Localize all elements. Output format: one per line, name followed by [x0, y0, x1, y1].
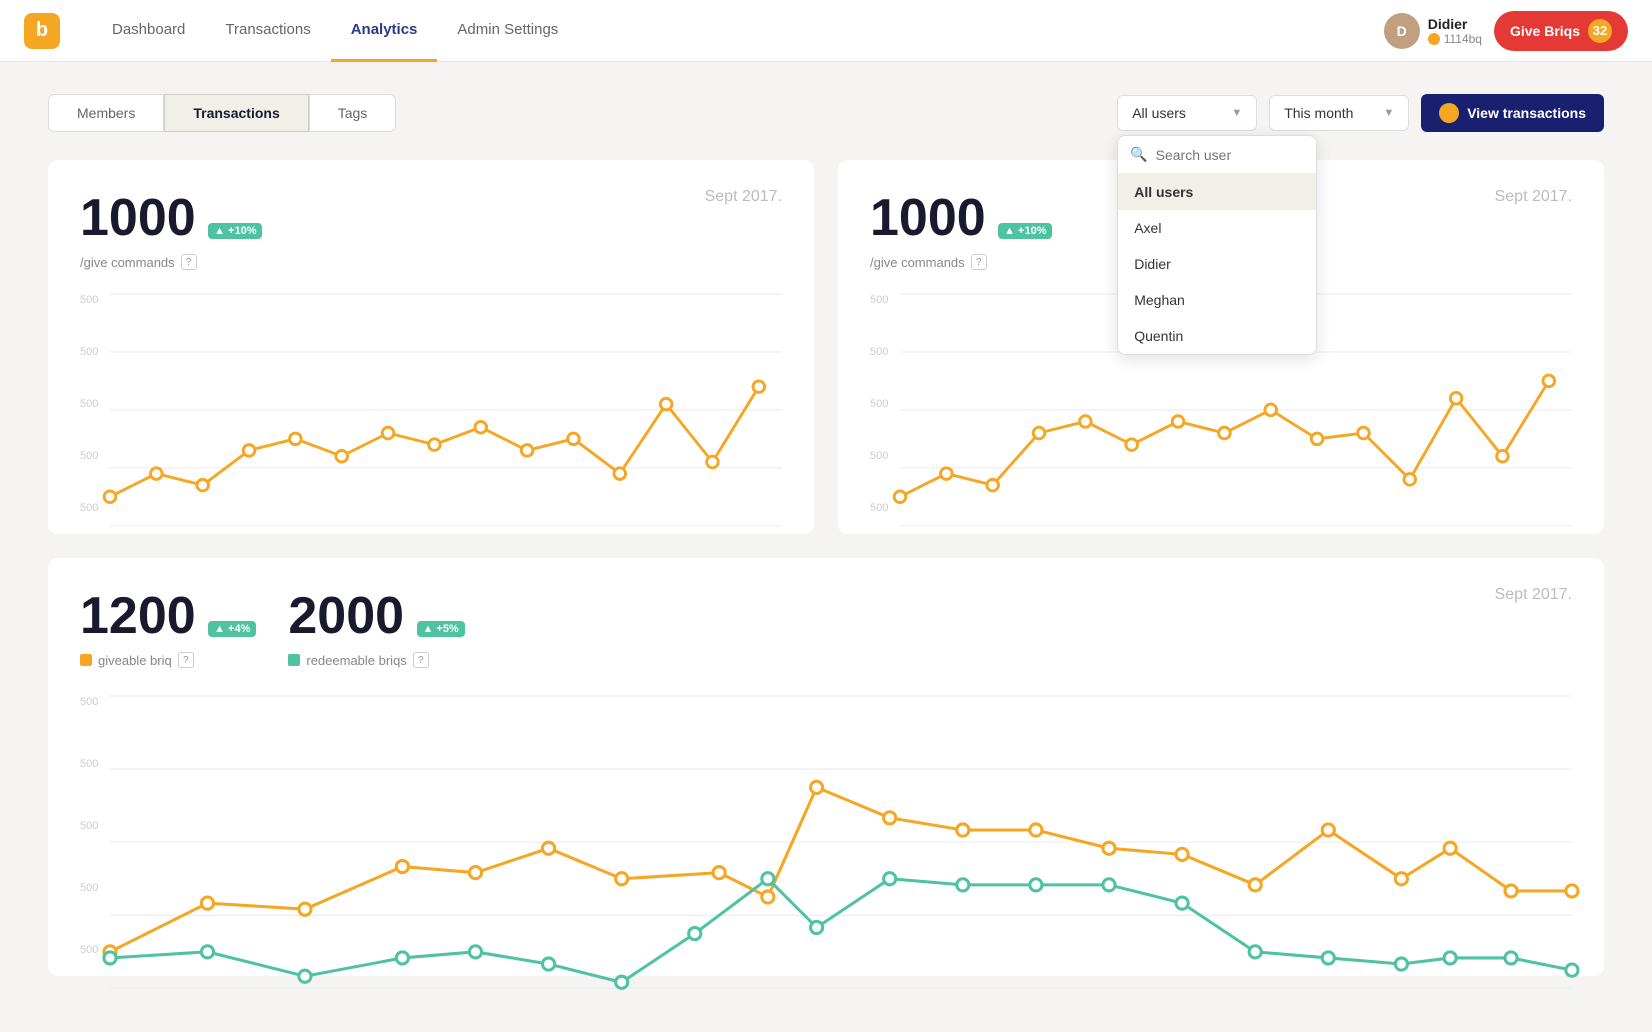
user-coins: 1114bq [1428, 32, 1482, 46]
card-header-3: 1200 ▲ +4% giveable briq ? [80, 586, 1572, 672]
arrow-up-icon-2: ▲ [1004, 225, 1015, 237]
card-briqs: 1200 ▲ +4% giveable briq ? [48, 558, 1604, 976]
user-name: Didier [1428, 16, 1482, 32]
period-chevron-icon: ▼ [1383, 107, 1394, 119]
dropdown-item-meghan[interactable]: Meghan [1118, 282, 1316, 318]
card-stat-1: 1000 ▲ +10% /give commands ? [80, 188, 262, 270]
card-date-2: Sept 2017. [1495, 188, 1572, 206]
legend-dot-gold [80, 654, 92, 666]
nav-item-transactions[interactable]: Transactions [205, 0, 330, 62]
dropdown-item-didier[interactable]: Didier [1118, 246, 1316, 282]
user-dropdown-trigger[interactable]: All users ▼ [1117, 95, 1257, 131]
stat-badge-2: ▲ +10% [998, 223, 1052, 239]
dual-stats: 1200 ▲ +4% giveable briq ? [80, 586, 465, 668]
view-transactions-button[interactable]: View transactions [1421, 94, 1604, 132]
navbar: b Dashboard Transactions Analytics Admin… [0, 0, 1652, 62]
help-icon-3b[interactable]: ? [413, 652, 429, 668]
cards-row-2: 1200 ▲ +4% giveable briq ? [48, 558, 1604, 976]
tab-group: Members Transactions Tags [48, 94, 396, 132]
arrow-up-icon: ▲ [214, 225, 225, 237]
tab-transactions[interactable]: Transactions [164, 94, 308, 132]
stat-label-3a: giveable briq ? [80, 652, 256, 668]
stat-number-1: 1000 ▲ +10% [80, 188, 262, 248]
help-icon-3a[interactable]: ? [178, 652, 194, 668]
stat-redeemable: 2000 ▲ +5% redeemable briqs ? [288, 586, 464, 668]
chart-area-3: 500 500 500 500 500 [80, 696, 1572, 956]
stat-number-2: 1000 ▲ +10% [870, 188, 1052, 248]
tab-tags[interactable]: Tags [309, 94, 397, 132]
stat-label-2: /give commands ? [870, 254, 1052, 270]
card-header-1: 1000 ▲ +10% /give commands ? Sept 2017. [80, 188, 782, 270]
nav-right: D Didier 1114bq Give Briqs 32 [1384, 11, 1628, 51]
app-logo: b [24, 13, 60, 49]
stat-label-1: /give commands ? [80, 254, 262, 270]
chart-svg-1 [110, 294, 782, 526]
card-date-1: Sept 2017. [705, 188, 782, 206]
search-icon: 🔍 [1130, 146, 1147, 163]
arrow-up-icon-3b: ▲ [423, 623, 434, 635]
arrow-up-icon-3a: ▲ [214, 623, 225, 635]
coin-icon [1439, 103, 1459, 123]
user-info: D Didier 1114bq [1384, 13, 1482, 49]
briqs-count-badge: 32 [1588, 19, 1612, 43]
period-dropdown-wrapper: This month ▼ [1269, 95, 1409, 131]
dropdown-item-quentin[interactable]: Quentin [1118, 318, 1316, 354]
stat-badge-3b: ▲ +5% [417, 621, 465, 637]
search-bar: 🔍 [1118, 136, 1316, 174]
dropdown-item-all[interactable]: All users [1118, 174, 1316, 210]
stat-giveable: 1200 ▲ +4% giveable briq ? [80, 586, 256, 668]
tab-controls: All users ▼ 🔍 All users Axel Didier Megh… [1117, 94, 1604, 132]
chart-svg-3 [110, 696, 1572, 988]
nav-links: Dashboard Transactions Analytics Admin S… [92, 0, 1384, 62]
y-labels-1: 500 500 500 500 500 [80, 294, 98, 514]
chevron-down-icon: ▼ [1231, 107, 1242, 119]
y-labels-3: 500 500 500 500 500 [80, 696, 98, 956]
nav-item-dashboard[interactable]: Dashboard [92, 0, 205, 62]
help-icon-2[interactable]: ? [971, 254, 987, 270]
user-dropdown-wrapper: All users ▼ 🔍 All users Axel Didier Megh… [1117, 95, 1257, 131]
chart-area-1: 500 500 500 500 500 [80, 294, 782, 514]
tab-bar: Members Transactions Tags All users ▼ 🔍 … [48, 94, 1604, 132]
cards-row-1: 1000 ▲ +10% /give commands ? Sept 2017. [48, 160, 1604, 534]
card-date-3: Sept 2017. [1495, 586, 1572, 604]
stat-label-3b: redeemable briqs ? [288, 652, 464, 668]
help-icon-1[interactable]: ? [181, 254, 197, 270]
tab-members[interactable]: Members [48, 94, 164, 132]
give-briqs-button[interactable]: Give Briqs 32 [1494, 11, 1628, 51]
stat-badge-1: ▲ +10% [208, 223, 262, 239]
card-stat-2: 1000 ▲ +10% /give commands ? [870, 188, 1052, 270]
stat-badge-3a: ▲ +4% [208, 621, 256, 637]
avatar: D [1384, 13, 1420, 49]
dropdown-item-axel[interactable]: Axel [1118, 210, 1316, 246]
search-input[interactable] [1156, 147, 1305, 163]
coin-dot-icon [1428, 33, 1440, 45]
nav-item-analytics[interactable]: Analytics [331, 0, 438, 62]
user-dropdown-menu: 🔍 All users Axel Didier Meghan Quentin [1117, 135, 1317, 355]
main-content: Members Transactions Tags All users ▼ 🔍 … [0, 62, 1652, 1032]
card-give-commands: 1000 ▲ +10% /give commands ? Sept 2017. [48, 160, 814, 534]
y-labels-2: 500 500 500 500 500 [870, 294, 888, 514]
period-dropdown-trigger[interactable]: This month ▼ [1269, 95, 1409, 131]
nav-item-admin-settings[interactable]: Admin Settings [437, 0, 578, 62]
legend-dot-teal [288, 654, 300, 666]
user-details: Didier 1114bq [1428, 16, 1482, 46]
